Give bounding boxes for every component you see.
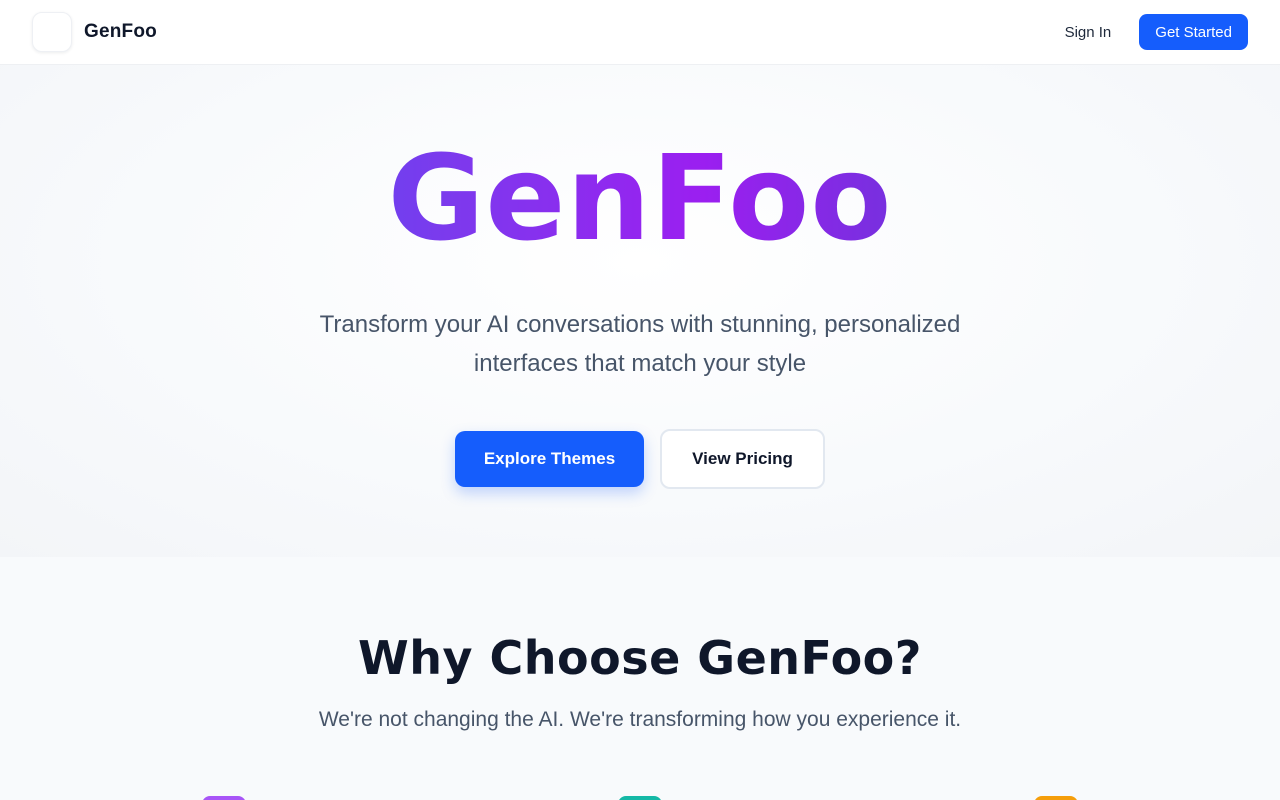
hero-title: GenFoo bbox=[0, 136, 1280, 261]
nav-actions: Sign In Get Started bbox=[1065, 14, 1248, 50]
brand-name: GenFoo bbox=[84, 21, 157, 42]
view-pricing-button[interactable]: View Pricing bbox=[660, 429, 825, 489]
explore-themes-button[interactable]: Explore Themes bbox=[455, 431, 644, 487]
hero-buttons: Explore Themes View Pricing bbox=[0, 429, 1280, 489]
get-started-button[interactable]: Get Started bbox=[1139, 14, 1248, 50]
brand[interactable]: GenFoo bbox=[32, 12, 157, 52]
hero-subtitle-line-2: interfaces that match your style bbox=[473, 350, 807, 377]
why-choose-section: Why Choose GenFoo? We're not changing th… bbox=[0, 557, 1280, 800]
feature-2-icon bbox=[618, 796, 662, 800]
hero-subtitle: Transform your AI conversations with stu… bbox=[0, 305, 1280, 383]
logo-icon bbox=[32, 12, 72, 52]
why-subtitle: We're not changing the AI. We're transfo… bbox=[318, 708, 962, 731]
feature-3-icon bbox=[1034, 796, 1078, 800]
top-navigation-bar: GenFoo Sign In Get Started bbox=[0, 0, 1280, 65]
sign-in-link[interactable]: Sign In bbox=[1065, 24, 1112, 41]
feature-1-icon bbox=[202, 796, 246, 800]
hero-section: GenFoo Transform your AI conversations w… bbox=[0, 65, 1280, 557]
hero-subtitle-line-1: Transform your AI conversations with stu… bbox=[319, 311, 961, 338]
why-title: Why Choose GenFoo? bbox=[358, 631, 922, 685]
